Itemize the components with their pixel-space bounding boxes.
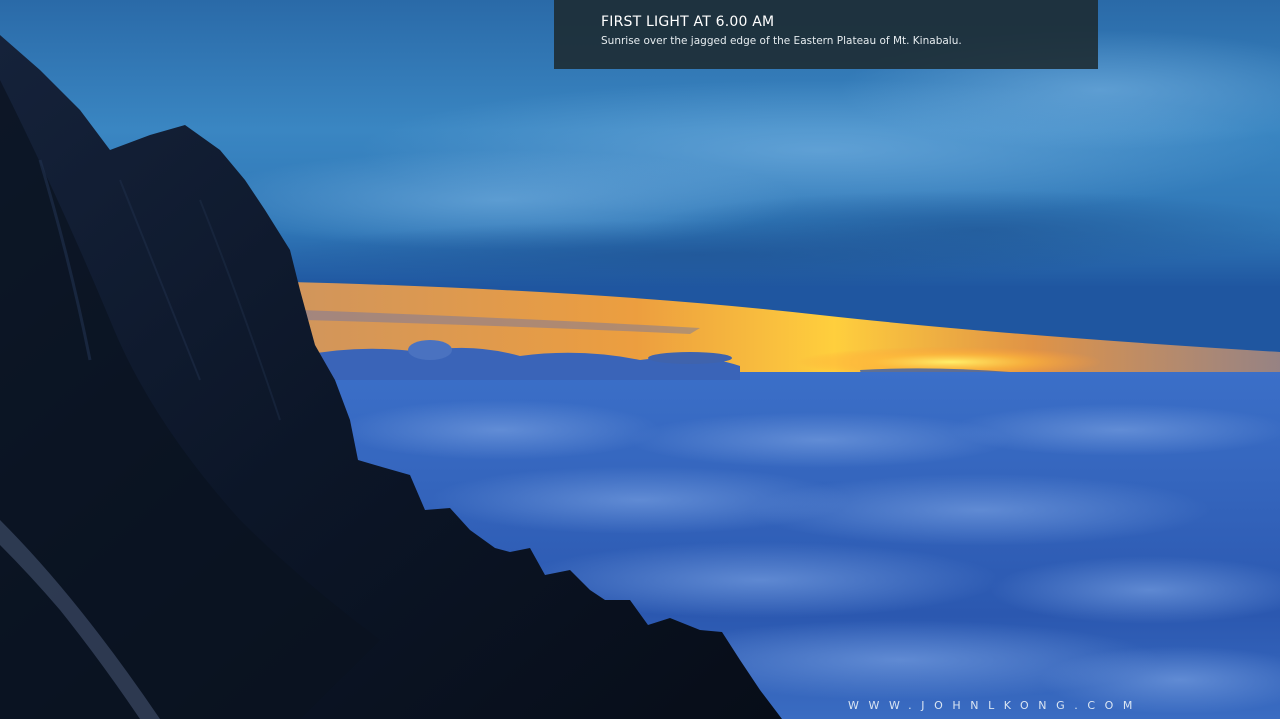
photo-caption-panel: FIRST LIGHT AT 6.00 AM Sunrise over the …: [554, 0, 1098, 69]
wallpaper-scene: FIRST LIGHT AT 6.00 AM Sunrise over the …: [0, 0, 1280, 719]
website-watermark: WWW.JOHNLKONG.COM: [848, 699, 1142, 712]
sunrise-photo: [0, 0, 1280, 719]
caption-subtitle: Sunrise over the jagged edge of the East…: [601, 35, 962, 47]
caption-title: FIRST LIGHT AT 6.00 AM: [601, 14, 775, 30]
